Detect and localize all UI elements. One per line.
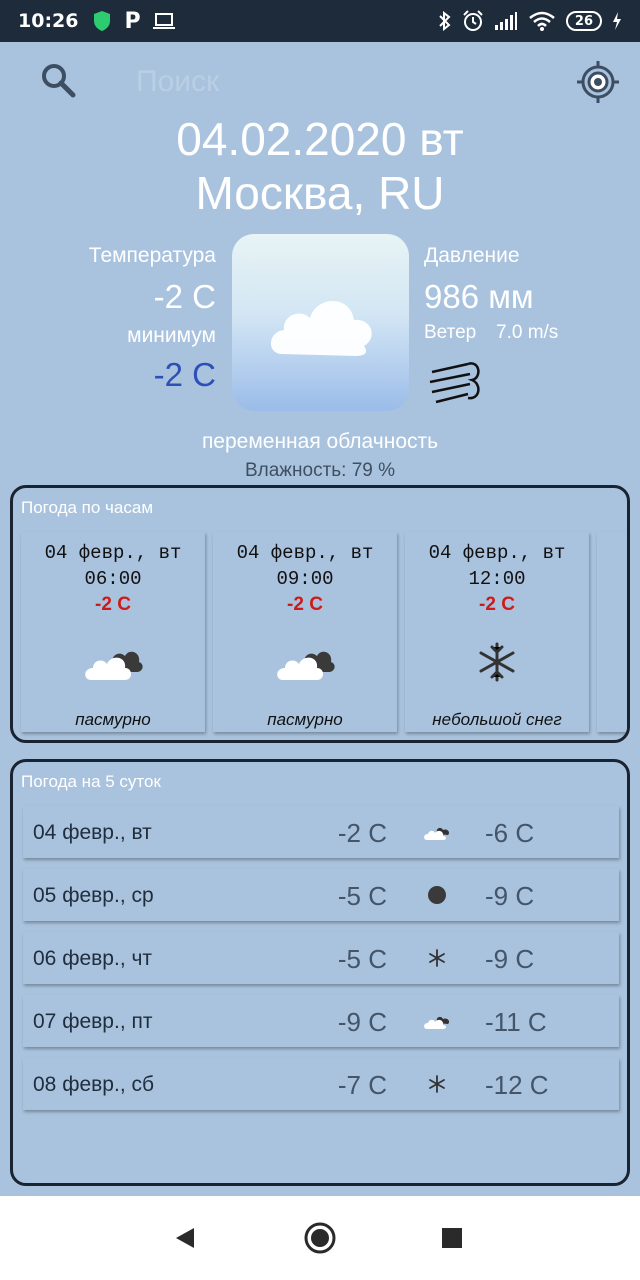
shield-icon bbox=[94, 11, 111, 31]
signal-icon bbox=[494, 12, 517, 30]
temperature-value: -2 C bbox=[153, 278, 216, 315]
partly-cloudy-icon bbox=[424, 827, 450, 840]
overcast-cloud-icon bbox=[277, 651, 335, 680]
hourly-time: 06:00 bbox=[84, 568, 142, 590]
min-temp-label: минимум bbox=[127, 324, 216, 347]
daily-row[interactable]: 07 февр., пт -9 C -11 C bbox=[23, 995, 619, 1047]
charging-icon bbox=[613, 12, 621, 30]
daily-row[interactable]: 04 февр., вт -2 C -6 C bbox=[23, 806, 619, 858]
back-icon[interactable] bbox=[174, 1226, 196, 1250]
humidity: Влажность: 79 % bbox=[244, 460, 396, 481]
hourly-temp: -2 C bbox=[479, 594, 515, 615]
daily-row[interactable]: 08 февр., сб -7 C -12 C bbox=[23, 1058, 619, 1110]
recent-apps-icon[interactable] bbox=[442, 1228, 462, 1248]
daily-min-temp: -11 C bbox=[485, 1007, 547, 1037]
partly-cloudy-icon bbox=[424, 1016, 450, 1029]
daily-max-temp: -7 C bbox=[337, 1070, 387, 1100]
status-bar: 10:26 P 26 bbox=[0, 0, 640, 42]
daily-date: 07 февр., пт bbox=[33, 1010, 153, 1033]
hourly-card-partial[interactable] bbox=[597, 532, 627, 732]
hourly-temp: -2 C bbox=[95, 594, 131, 615]
temperature-label: Температура bbox=[88, 244, 216, 267]
alarm-icon bbox=[463, 10, 483, 31]
hourly-card[interactable]: 04 февр., вт 12:00 -2 C небольшой снег bbox=[405, 532, 589, 732]
navigation-bar bbox=[0, 1196, 640, 1280]
daily-min-temp: -9 C bbox=[485, 881, 535, 911]
daily-title: Погода на 5 суток bbox=[21, 772, 161, 791]
hourly-panel: Погода по часам 04 февр., вт 06:00 -2 C … bbox=[10, 485, 630, 743]
daily-date: 08 февр., сб bbox=[33, 1073, 155, 1096]
bluetooth-icon bbox=[439, 11, 451, 31]
hourly-desc: пасмурно bbox=[267, 710, 343, 729]
daily-max-temp: -9 C bbox=[337, 1007, 387, 1037]
snowflake-icon bbox=[479, 642, 515, 682]
parking-icon: P bbox=[124, 8, 141, 34]
daily-row[interactable]: 06 февр., чт -5 C -9 C bbox=[23, 932, 619, 984]
hourly-card[interactable]: 04 февр., вт 06:00 -2 C пасмурно bbox=[21, 532, 205, 732]
daily-max-temp: -2 C bbox=[337, 818, 387, 848]
laptop-icon bbox=[152, 13, 175, 29]
min-temp-value: -2 C bbox=[153, 356, 216, 393]
daily-panel: Погода на 5 суток 04 февр., вт -2 C -6 C… bbox=[10, 759, 630, 1186]
search-input[interactable] bbox=[136, 64, 436, 100]
snowflake-icon bbox=[429, 949, 445, 967]
hourly-time: 12:00 bbox=[468, 568, 526, 590]
hourly-card[interactable]: 04 февр., вт 09:00 -2 C пасмурно bbox=[213, 532, 397, 732]
hourly-desc: пасмурно bbox=[75, 710, 151, 729]
hourly-desc: небольшой снег bbox=[432, 710, 562, 729]
daily-date: 06 февр., чт bbox=[33, 947, 153, 970]
snowflake-icon bbox=[429, 1075, 445, 1093]
overcast-cloud-icon bbox=[85, 651, 143, 680]
daily-min-temp: -9 C bbox=[485, 944, 535, 974]
wind-label: Ветер bbox=[424, 322, 477, 343]
cloud-icon bbox=[270, 301, 372, 356]
wind-icon bbox=[429, 362, 480, 404]
daily-min-temp: -12 C bbox=[485, 1070, 549, 1100]
home-icon[interactable] bbox=[304, 1222, 336, 1254]
search-bar bbox=[40, 60, 620, 104]
daily-row[interactable]: 05 февр., ср -5 C -9 C bbox=[23, 869, 619, 921]
wind-value: 7.0 m/s bbox=[496, 322, 559, 343]
hourly-date: 04 февр., вт bbox=[428, 542, 566, 564]
hourly-date: 04 февр., вт bbox=[236, 542, 374, 564]
search-icon[interactable] bbox=[40, 62, 76, 98]
locate-icon[interactable] bbox=[576, 60, 620, 104]
hourly-date: 04 февр., вт bbox=[44, 542, 182, 564]
pressure-value: 986 мм bbox=[424, 278, 534, 315]
status-time: 10:26 bbox=[18, 10, 79, 32]
current-date: 04.02.2020 вт bbox=[176, 113, 464, 165]
hourly-time: 09:00 bbox=[276, 568, 334, 590]
hourly-title: Погода по часам bbox=[21, 498, 154, 517]
wifi-icon bbox=[529, 11, 555, 31]
daily-max-temp: -5 C bbox=[337, 944, 387, 974]
daily-min-temp: -6 C bbox=[485, 818, 535, 848]
daily-date: 04 февр., вт bbox=[33, 821, 152, 844]
battery-indicator: 26 bbox=[565, 11, 602, 31]
current-weather-tile bbox=[232, 234, 409, 411]
daily-date: 05 февр., ср bbox=[33, 884, 154, 907]
daily-max-temp: -5 C bbox=[337, 881, 387, 911]
weather-description: переменная облачность bbox=[201, 430, 439, 453]
pressure-label: Давление bbox=[424, 244, 520, 267]
dark-circle-icon bbox=[428, 886, 446, 904]
city-name: Москва, RU bbox=[195, 167, 445, 219]
hourly-temp: -2 C bbox=[287, 594, 323, 615]
